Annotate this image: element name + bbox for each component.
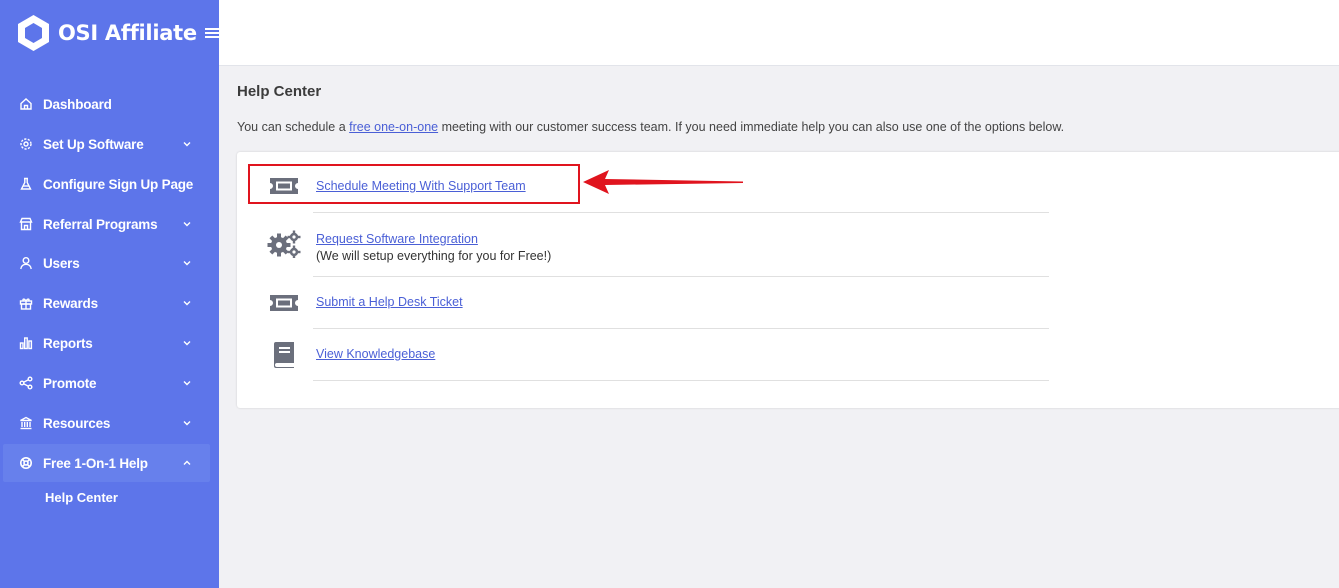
logo-icon	[18, 15, 49, 51]
divider	[313, 212, 1049, 213]
sidebar-item-reports[interactable]: Reports	[3, 324, 210, 362]
sidebar-item-dashboard[interactable]: Dashboard	[3, 85, 210, 123]
free-one-on-one-link[interactable]: free one-on-one	[349, 120, 438, 134]
page-title: Help Center	[237, 83, 322, 100]
sidebar-item-configure-sign-up-page[interactable]: Configure Sign Up Page	[3, 165, 210, 203]
sidebar-item-set-up-software[interactable]: Set Up Software	[3, 125, 210, 163]
menu-toggle-icon[interactable]	[204, 27, 219, 39]
option-view-knowledgebase[interactable]: View Knowledgebase	[237, 337, 1057, 371]
brand-name: OSI Affiliate	[58, 21, 197, 45]
sidebar-item-label: Dashboard	[43, 96, 112, 112]
sidebar-item-label: Reports	[43, 335, 93, 351]
submit-ticket-link[interactable]: Submit a Help Desk Ticket	[316, 295, 463, 309]
sidebar-item-label: Configure Sign Up Page	[43, 176, 194, 192]
sidebar-item-users[interactable]: Users	[3, 244, 210, 282]
red-arrow-icon	[583, 170, 743, 194]
sidebar-item-rewards[interactable]: Rewards	[3, 284, 210, 322]
top-bar	[219, 0, 1339, 66]
divider	[313, 380, 1049, 381]
gears-icon	[267, 227, 301, 261]
chevron-down-icon	[183, 301, 191, 306]
lifebuoy-icon	[19, 456, 33, 470]
chevron-down-icon	[183, 222, 191, 227]
sidebar-item-referral-programs[interactable]: Referral Programs	[3, 205, 210, 243]
ticket-icon	[267, 286, 301, 320]
option-request-integration[interactable]: Request Software Integration (We will se…	[237, 224, 1057, 268]
sidebar-item-label: Free 1-On-1 Help	[43, 455, 148, 471]
intro-text: You can schedule a free one-on-one meeti…	[237, 120, 1065, 134]
view-knowledgebase-link[interactable]: View Knowledgebase	[316, 347, 435, 361]
sidebar-item-resources[interactable]: Resources	[3, 404, 210, 442]
sidebar-item-label: Promote	[43, 375, 97, 391]
highlight-box	[248, 164, 580, 204]
sidebar-item-label: Users	[43, 255, 80, 271]
request-integration-link[interactable]: Request Software Integration	[316, 232, 551, 246]
user-icon	[19, 256, 33, 270]
sidebar-item-label: Rewards	[43, 295, 98, 311]
gift-icon	[19, 296, 33, 310]
settings-icon	[19, 137, 33, 151]
integration-note: (We will setup everything for you for Fr…	[316, 249, 552, 263]
chevron-down-icon	[183, 381, 191, 386]
sidebar-item-label: Referral Programs	[43, 216, 158, 232]
chevron-down-icon	[183, 142, 191, 147]
bank-icon	[19, 416, 33, 430]
book-icon	[267, 338, 301, 372]
sidebar-item-promote[interactable]: Promote	[3, 364, 210, 402]
brand[interactable]: OSI Affiliate	[16, 14, 219, 52]
home-icon	[19, 97, 33, 111]
sidebar-item-free-1-on-1-help[interactable]: Free 1-On-1 Help	[3, 444, 210, 482]
chevron-down-icon	[183, 421, 191, 426]
flask-icon	[19, 177, 33, 191]
chevron-down-icon	[183, 261, 191, 266]
sidebar-subitem-help-center[interactable]: Help Center	[45, 490, 118, 505]
chevron-up-icon	[183, 460, 191, 465]
option-submit-ticket[interactable]: Submit a Help Desk Ticket	[237, 285, 1057, 319]
divider	[313, 328, 1049, 329]
store-icon	[19, 217, 33, 231]
share-icon	[19, 376, 33, 390]
sidebar-item-label: Set Up Software	[43, 136, 144, 152]
divider	[313, 276, 1049, 277]
bar-chart-icon	[19, 336, 33, 350]
sidebar: OSI Affiliate Dashboard Set Up Software …	[0, 0, 219, 588]
sidebar-item-label: Resources	[43, 415, 111, 431]
chevron-down-icon	[183, 341, 191, 346]
